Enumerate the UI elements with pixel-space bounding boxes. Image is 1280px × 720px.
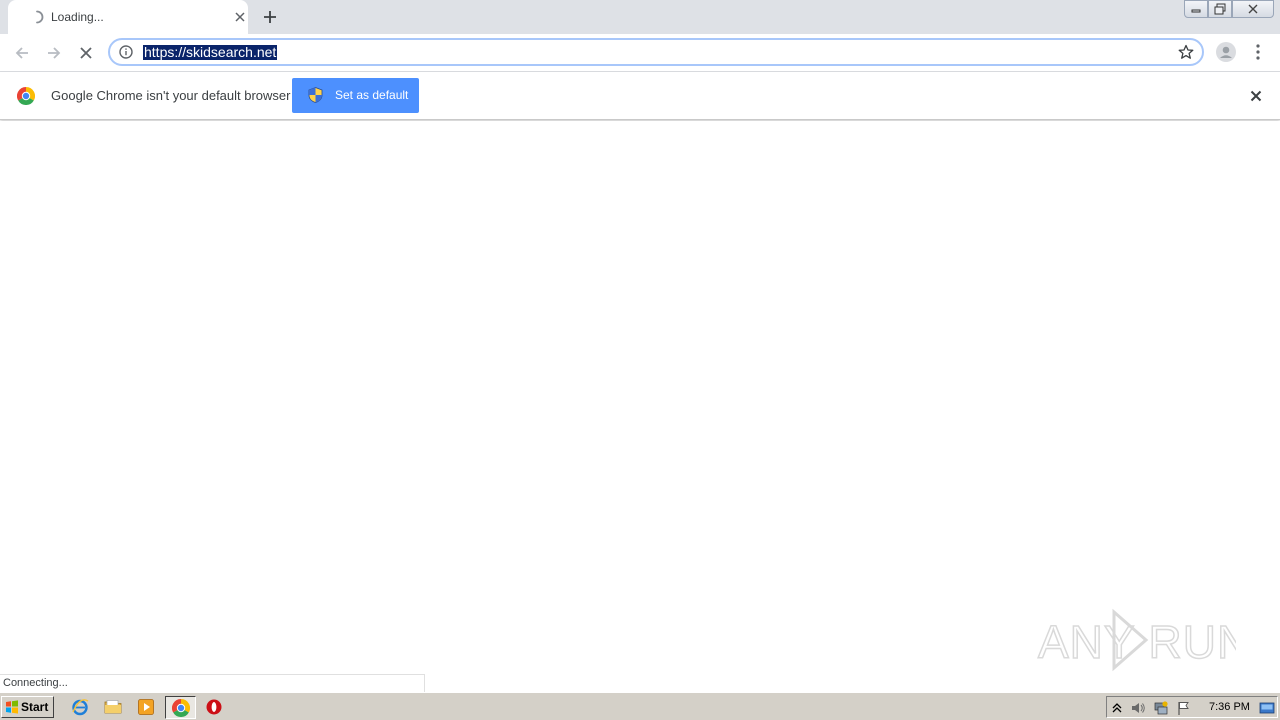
- profile-avatar-icon[interactable]: [1216, 42, 1236, 62]
- kebab-menu-icon[interactable]: [1251, 43, 1265, 61]
- browser-tab[interactable]: Loading...: [8, 0, 248, 34]
- restore-button[interactable]: [1208, 0, 1232, 18]
- start-label: Start: [21, 700, 49, 714]
- set-as-default-button[interactable]: Set as default: [292, 78, 419, 113]
- loading-spinner-icon: [36, 10, 44, 24]
- window-close-button[interactable]: [1232, 0, 1274, 18]
- arrow-right-icon: [48, 47, 61, 59]
- set-as-default-label: Set as default: [335, 88, 409, 102]
- stop-icon: [80, 47, 92, 59]
- infobar-close-icon[interactable]: [1248, 88, 1264, 104]
- close-icon: [1248, 4, 1258, 14]
- browser-toolbar: https://skidsearch.net: [0, 34, 1280, 72]
- tab-title: Loading...: [51, 10, 104, 24]
- minimize-icon: [1191, 9, 1201, 13]
- system-tray: 7:36 PM: [1106, 696, 1278, 718]
- status-bubble: Connecting...: [0, 674, 425, 692]
- windows-taskbar: Start 7:36 PM: [0, 692, 1280, 720]
- show-desktop-icon[interactable]: [1259, 700, 1275, 716]
- url-text[interactable]: https://skidsearch.net: [143, 45, 278, 60]
- infobar-message: Google Chrome isn't your default browser: [51, 88, 291, 103]
- chrome-logo-icon: [172, 699, 190, 717]
- default-browser-infobar: Google Chrome isn't your default browser…: [0, 72, 1280, 120]
- bookmark-star-icon[interactable]: [1178, 44, 1194, 60]
- windows-logo-icon: [6, 700, 18, 714]
- anyrun-watermark: ANY RUN: [1037, 608, 1236, 672]
- show-hidden-icons-icon[interactable]: [1109, 700, 1125, 716]
- back-button[interactable]: [10, 41, 34, 65]
- media-player-icon[interactable]: [137, 698, 155, 716]
- restore-icon: [1214, 3, 1226, 15]
- new-tab-button[interactable]: [260, 7, 280, 27]
- opera-icon[interactable]: [205, 698, 223, 716]
- taskbar-chrome-button[interactable]: [165, 696, 196, 719]
- watermark-text: ANY RUN: [1038, 616, 1236, 668]
- tab-strip: Loading...: [0, 0, 1280, 34]
- chrome-logo-icon: [17, 87, 35, 105]
- arrow-left-icon: [15, 47, 28, 59]
- internet-explorer-icon[interactable]: [71, 698, 89, 716]
- start-button[interactable]: Start: [1, 696, 54, 718]
- minimize-button[interactable]: [1184, 0, 1208, 18]
- taskbar-clock[interactable]: 7:36 PM: [1209, 701, 1250, 713]
- address-bar[interactable]: https://skidsearch.net: [108, 38, 1204, 66]
- forward-button[interactable]: [42, 41, 66, 65]
- stop-loading-button[interactable]: [74, 41, 98, 65]
- network-icon[interactable]: [1153, 700, 1169, 716]
- file-explorer-icon[interactable]: [104, 698, 122, 716]
- action-center-flag-icon[interactable]: [1176, 700, 1192, 716]
- tab-close-button[interactable]: [232, 9, 248, 25]
- info-icon[interactable]: [119, 45, 133, 59]
- uac-shield-icon: [308, 87, 323, 103]
- plus-icon: [264, 11, 276, 23]
- close-icon: [235, 12, 245, 22]
- volume-icon[interactable]: [1130, 700, 1146, 716]
